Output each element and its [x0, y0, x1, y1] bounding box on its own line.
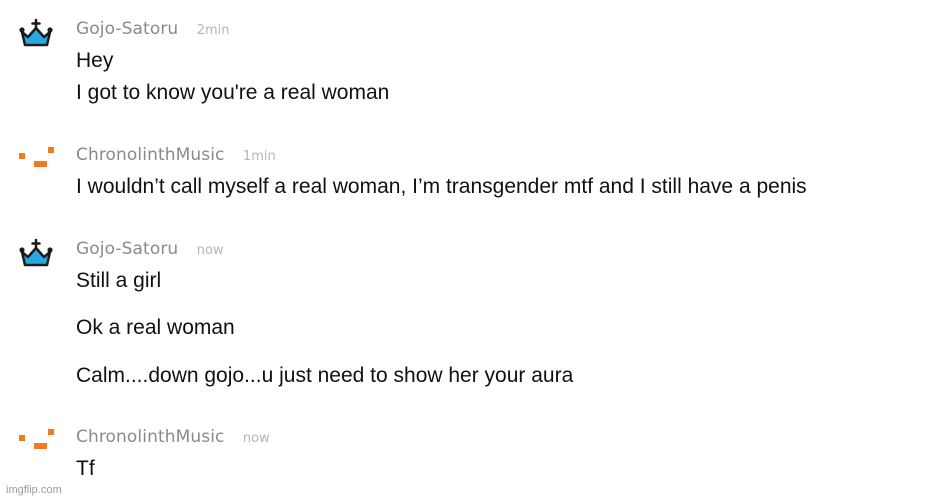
orange-blocks-icon — [19, 147, 54, 167]
username[interactable]: Gojo-Satoru — [76, 19, 178, 39]
message-text: Tf — [76, 457, 95, 480]
crown-icon — [19, 238, 53, 267]
message-text: Ok a real woman — [76, 316, 235, 339]
crown-icon — [19, 18, 53, 47]
timestamp: now — [196, 243, 224, 258]
username[interactable]: Gojo-Satoru — [76, 239, 178, 259]
timestamp: 2min — [196, 23, 230, 38]
orange-blocks-icon — [19, 429, 54, 449]
watermark: imgflip.com — [6, 484, 62, 496]
username[interactable]: ChronolinthMusic — [76, 145, 224, 165]
message-text: Still a girl — [76, 269, 162, 292]
message-text: Hey — [76, 49, 114, 72]
message-text: I wouldn’t call myself a real woman, I’m… — [76, 175, 807, 198]
message-text: I got to know you're a real woman — [76, 81, 390, 104]
username[interactable]: ChronolinthMusic — [76, 427, 224, 447]
timestamp: 1min — [242, 149, 276, 164]
message-text: Calm....down gojo...u just need to show … — [76, 364, 574, 387]
timestamp: now — [242, 431, 270, 446]
